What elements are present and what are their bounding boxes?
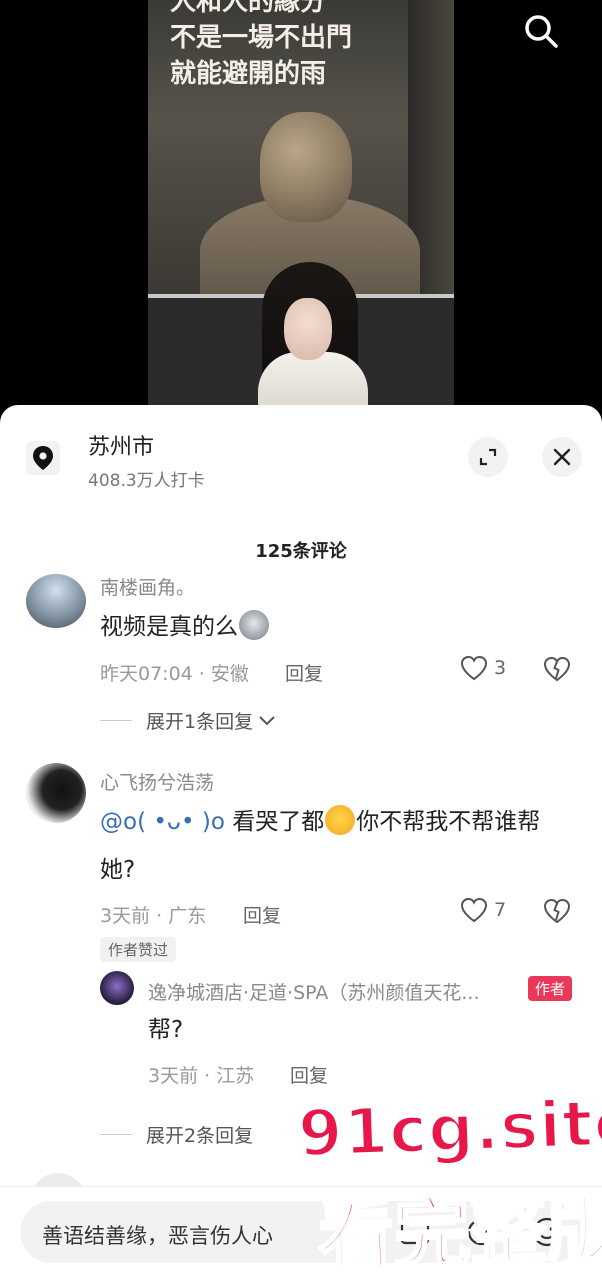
comment-input-text: 善语结善缘，恶言伤人心 <box>42 1224 273 1248</box>
comment-text-line2: 她? <box>100 857 136 883</box>
comments-count: 125条评论 <box>255 541 347 562</box>
expand-replies-button[interactable]: 展开1条回复 <box>100 707 277 734</box>
projected-film-frame: 人和人的緣分 不是一場不出門 就能避開的雨 <box>148 0 454 298</box>
comment-meta: 3天前 · 广东 <box>100 905 207 927</box>
comment-meta: 昨天07:04 · 安徽 <box>100 663 249 685</box>
heart-icon <box>460 655 488 681</box>
comment-author[interactable]: 南楼画角。 <box>100 573 195 600</box>
author-liked-badge: 作者赞过 <box>100 937 177 962</box>
expand-button[interactable] <box>468 437 508 477</box>
reply-button[interactable]: 回复 <box>243 901 281 928</box>
reply-meta: 3天前 · 江苏 <box>148 1065 255 1087</box>
search-icon <box>525 15 558 48</box>
avatar[interactable] <box>26 574 86 628</box>
reply-author[interactable]: 逸净城酒店·足道·SPA（苏州颜值天花... <box>148 978 480 1005</box>
like-button[interactable]: 3 <box>460 655 506 681</box>
reply-text: 帮? <box>148 1017 184 1043</box>
dislike-button[interactable] <box>543 656 571 686</box>
like-count: 7 <box>494 899 507 921</box>
location-pin-icon <box>26 441 60 475</box>
avatar[interactable] <box>26 763 86 823</box>
like-button[interactable]: 7 <box>460 897 506 923</box>
avatar[interactable] <box>100 971 134 1005</box>
dislike-button[interactable] <box>543 898 571 928</box>
comment-author[interactable]: 心飞扬兮浩荡 <box>100 768 214 795</box>
watermark-url: 91cg.site <box>295 1085 602 1174</box>
film-subtitles: 人和人的緣分 不是一場不出門 就能避開的雨 <box>170 0 353 89</box>
comment-text: @o( •ᴗ• )o 看哭了都 你不帮我不帮谁帮 <box>100 799 540 845</box>
crying-emoji-icon <box>325 805 356 835</box>
location-title: 苏州市 <box>88 435 155 460</box>
close-icon <box>553 448 571 466</box>
close-button[interactable] <box>542 437 582 477</box>
chevron-down-icon <box>259 715 275 725</box>
search-button[interactable] <box>518 8 564 54</box>
heart-icon <box>460 897 488 923</box>
like-count: 3 <box>494 657 507 679</box>
broken-heart-icon <box>543 898 571 924</box>
comment-text: 视频是真的么 <box>100 604 270 650</box>
husky-emoji-icon <box>239 610 269 640</box>
expand-replies-button[interactable]: 展开2条回复 <box>100 1121 253 1148</box>
expand-icon <box>479 448 497 466</box>
video-player[interactable]: 人和人的緣分 不是一場不出門 就能避開的雨 <box>0 0 602 420</box>
author-tag: 作者 <box>528 976 573 1001</box>
reply-button[interactable]: 回复 <box>285 659 323 686</box>
broken-heart-icon <box>543 656 571 682</box>
reply-button[interactable]: 回复 <box>290 1061 328 1088</box>
location-card[interactable]: 苏州市 408.3万人打卡 <box>0 405 602 505</box>
mention-link[interactable]: @o( •ᴗ• )o <box>100 809 225 835</box>
watermark-text: 看完整版 <box>315 1180 602 1280</box>
location-checkins: 408.3万人打卡 <box>88 471 205 491</box>
